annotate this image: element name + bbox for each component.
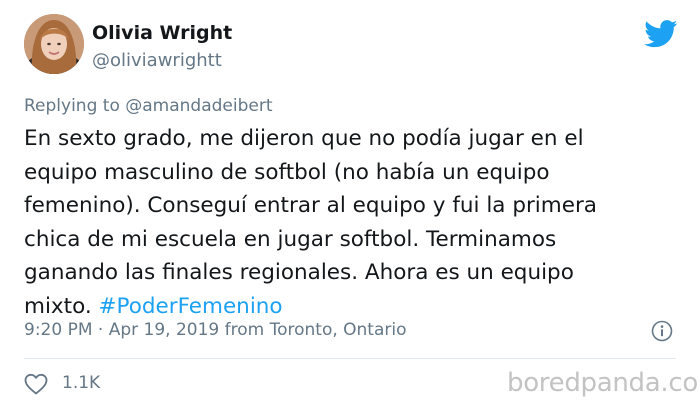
tweet-line: ganando las finales regionales. Ahora es… xyxy=(24,260,574,285)
avatar-image xyxy=(24,14,84,74)
hashtag-link[interactable]: #PoderFemenino xyxy=(99,294,283,319)
divider xyxy=(24,358,676,359)
replying-to: Replying to @amandadeibert xyxy=(24,96,273,116)
watermark: boredpanda.com xyxy=(507,368,700,398)
avatar[interactable] xyxy=(24,14,84,74)
replying-to-prefix: Replying to xyxy=(24,96,126,116)
tweet-text: En sexto grado, me dijeron que no podía … xyxy=(24,122,684,323)
tweet-line-text: mixto. xyxy=(24,293,99,319)
twitter-bird-icon[interactable] xyxy=(644,20,678,48)
author-handle[interactable]: @oliviawrightt xyxy=(92,50,222,71)
reply-mention-link[interactable]: @amandadeibert xyxy=(125,96,272,116)
info-icon[interactable] xyxy=(651,320,673,342)
heart-icon[interactable] xyxy=(24,373,48,395)
tweet-line: equipo masculino de softbol (no había un… xyxy=(24,159,550,185)
tweet-line: En sexto grado, me dijeron que no podía … xyxy=(24,126,584,151)
tweet-line-last: mixto. #PoderFemenino xyxy=(24,290,684,324)
author-name[interactable]: Olivia Wright xyxy=(92,22,232,44)
tweet-timestamp[interactable]: 9:20 PM · Apr 19, 2019 from Toronto, Ont… xyxy=(24,320,407,340)
tweet-line: femenino). Conseguí entrar al equipo y f… xyxy=(24,193,597,218)
like-count[interactable]: 1.1K xyxy=(62,373,100,393)
tweet-line: chica de mi escuela en jugar softbol. Te… xyxy=(24,226,557,252)
